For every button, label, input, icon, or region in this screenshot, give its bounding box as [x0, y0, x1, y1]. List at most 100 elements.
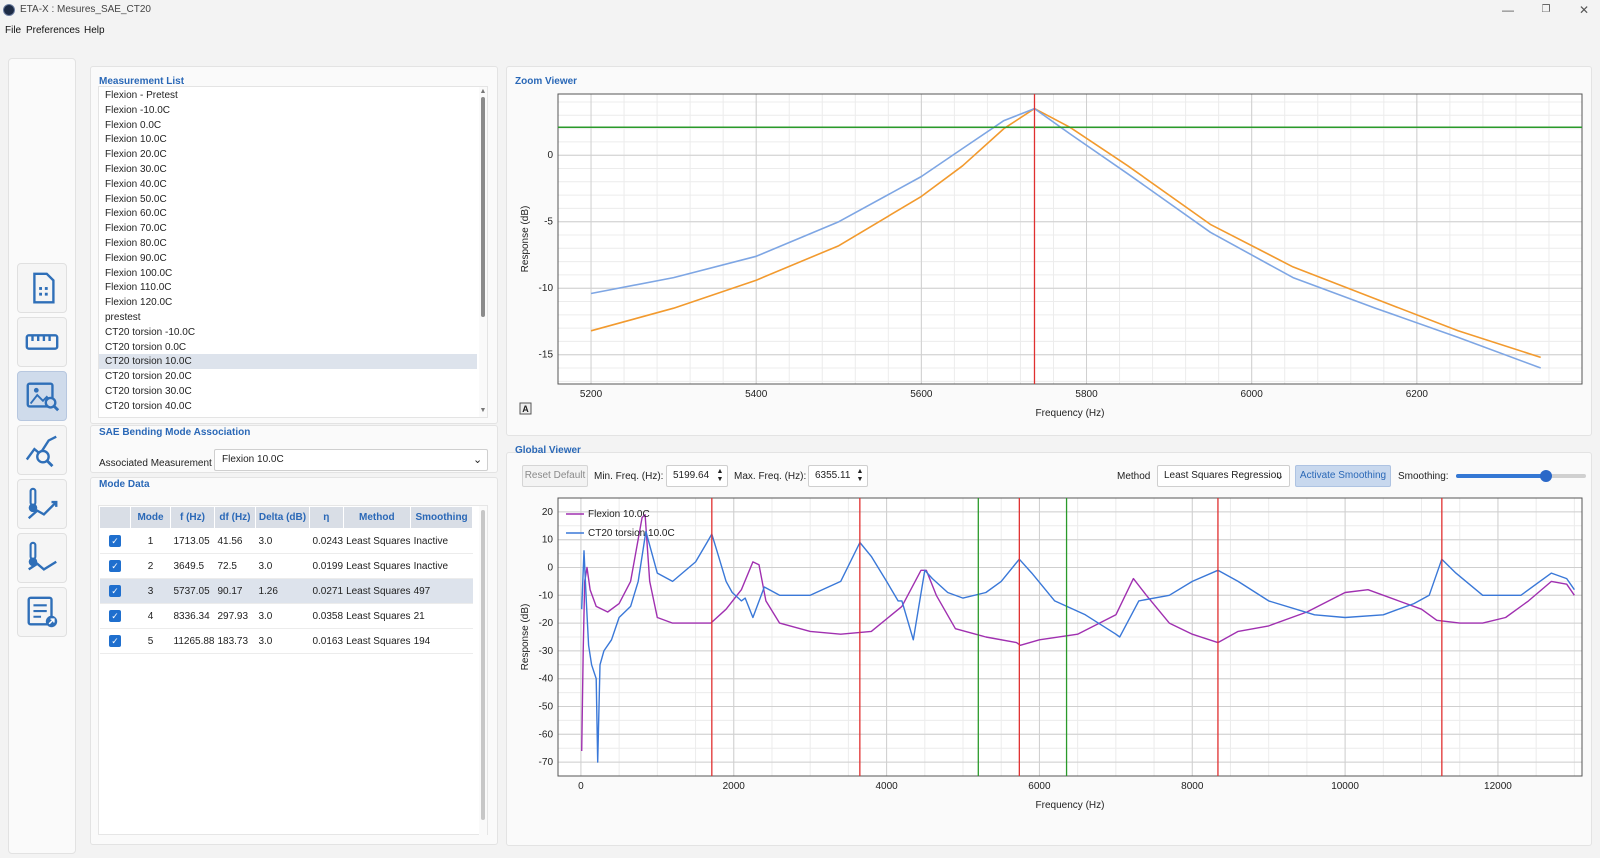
table-row[interactable]: ✓ 1 1713.05 41.56 3.0 0.0243 Least Squares Inac… — [99, 528, 473, 554]
column-header[interactable]: Method — [342, 506, 412, 529]
cell-f: 8336.34 — [170, 603, 215, 629]
column-header[interactable]: Mode — [130, 506, 171, 529]
measurement-list-item[interactable]: Flexion 90.0C — [99, 251, 477, 266]
sidebar-button-temp-down[interactable] — [17, 533, 67, 583]
menu-file[interactable]: File — [5, 25, 21, 36]
max-freq-value: 6355.11 — [815, 470, 851, 481]
activate-smoothing-button[interactable]: Activate Smoothing — [1295, 465, 1391, 487]
cell-delta: 3.0 — [255, 553, 310, 579]
sidebar-button-sim[interactable] — [17, 263, 67, 313]
column-header[interactable]: Smoothing — [410, 506, 474, 529]
x-tick-label: 4000 — [875, 781, 898, 792]
title-bar: ETA-X : Mesures_SAE_CT20 — ❐ ✕ — [0, 0, 1600, 20]
legend-label: Flexion 10.0C — [588, 509, 650, 520]
measurement-list-item[interactable]: prestest — [99, 310, 477, 325]
measurement-list-item[interactable]: CT20 torsion 10.0C — [99, 354, 477, 370]
x-tick-label: 6200 — [1406, 389, 1429, 400]
measurement-list-scroll-thumb[interactable] — [481, 97, 485, 317]
column-header[interactable]: f (Hz) — [170, 506, 215, 529]
y-tick-label: -15 — [539, 350, 554, 361]
zoom-viewer-chart[interactable]: 5200 5400 5600 5800 6000 6200 0 -5 -10 -15 Frequen… — [506, 66, 1592, 436]
temperature-trend-down-icon — [28, 541, 57, 571]
column-header[interactable] — [99, 506, 131, 529]
column-header[interactable]: Delta (dB) — [254, 506, 310, 529]
table-row[interactable]: ✓ 4 8336.34 297.93 3.0 0.0358 Least Squares 21 — [99, 603, 473, 629]
measurement-list-item[interactable]: Flexion 0.0C — [99, 118, 477, 133]
column-header[interactable]: df (Hz) — [213, 506, 256, 529]
sidebar — [8, 58, 76, 854]
measurement-list-item[interactable]: CT20 torsion 20.0C — [99, 369, 477, 384]
smoothing-slider[interactable] — [1456, 470, 1586, 482]
measurement-list-item[interactable]: Flexion 120.0C — [99, 295, 477, 310]
sidebar-button-viewer[interactable] — [17, 371, 67, 421]
measurement-list-item[interactable]: CT20 torsion -10.0C — [99, 325, 477, 340]
smoothing-slider-handle[interactable] — [1539, 470, 1552, 482]
minimize-button[interactable]: — — [1488, 1, 1528, 19]
measurement-list-scrollbar[interactable]: ▲ ▼ — [479, 87, 487, 417]
measurement-list-item[interactable]: Flexion 30.0C — [99, 162, 477, 177]
table-row[interactable]: ✓ 5 11265.88 183.73 3.0 0.0163 Least Squares 19… — [99, 628, 473, 654]
close-button[interactable]: ✕ — [1564, 1, 1600, 19]
measurement-list-item[interactable]: Flexion 60.0C — [99, 206, 477, 221]
row-checkbox-cell: ✓ — [99, 578, 131, 604]
measurement-list-item[interactable]: Flexion -10.0C — [99, 103, 477, 118]
row-checkbox[interactable]: ✓ — [109, 560, 121, 572]
row-checkbox[interactable]: ✓ — [109, 585, 121, 597]
scroll-down-icon[interactable]: ▼ — [479, 407, 487, 415]
menu-preferences[interactable]: Preferences — [26, 25, 80, 36]
cell-method: Least Squares — [343, 603, 411, 629]
measurement-list-item[interactable]: Flexion - Pretest — [99, 88, 477, 103]
mode-table-scrollbar[interactable] — [479, 506, 487, 836]
measurement-list-item[interactable]: Flexion 20.0C — [99, 147, 477, 162]
measurement-list-item[interactable]: Flexion 40.0C — [99, 177, 477, 192]
app-logo-icon — [3, 4, 15, 16]
cell-f: 3649.5 — [170, 553, 215, 579]
mode-table-scroll-thumb[interactable] — [481, 510, 485, 820]
row-checkbox[interactable]: ✓ — [109, 635, 121, 647]
sidebar-button-report[interactable] — [17, 587, 67, 637]
spin-arrows-icon[interactable]: ▲ ▼ — [716, 468, 724, 484]
cell-smoothing: 194 — [410, 628, 473, 654]
max-freq-label: Max. Freq. (Hz): — [734, 471, 807, 482]
measurement-list[interactable]: CT20 torsion 40.0C CT20 torsion 30.0C CT20… — [98, 86, 488, 418]
table-row[interactable]: ✓ 2 3649.5 72.5 3.0 0.0199 Least Squares Inacti… — [99, 553, 473, 579]
measurement-list-item[interactable]: Flexion 70.0C — [99, 221, 477, 236]
measurement-list-item[interactable]: CT20 torsion 40.0C — [99, 399, 477, 414]
sidebar-button-measure[interactable] — [17, 317, 67, 367]
min-freq-spinbox[interactable]: 5199.64 ▲ ▼ — [666, 465, 728, 487]
spin-arrows-icon[interactable]: ▲ ▼ — [856, 468, 864, 484]
y-tick-label: -5 — [544, 217, 553, 228]
y-tick-label: -40 — [539, 674, 554, 685]
row-checkbox[interactable]: ✓ — [109, 535, 121, 547]
row-checkbox[interactable]: ✓ — [109, 610, 121, 622]
smoothing-slider-fill — [1456, 474, 1546, 478]
x-axis-label: Frequency (Hz) — [1036, 408, 1105, 419]
measurement-list-item[interactable]: CT20 torsion 0.0C — [99, 340, 477, 355]
mode-data-title: Mode Data — [99, 479, 150, 490]
measurement-list-item[interactable]: Flexion 80.0C — [99, 236, 477, 251]
method-select[interactable]: Least Squares Regression ⌄ — [1157, 465, 1290, 487]
x-tick-label: 8000 — [1181, 781, 1204, 792]
x-tick-label: 5400 — [745, 389, 768, 400]
cell-smoothing: Inactive — [410, 553, 473, 579]
measurement-list-item[interactable]: Flexion 100.0C — [99, 266, 477, 281]
measurement-list-item[interactable]: CT20 torsion 30.0C — [99, 384, 477, 399]
measurement-list-item[interactable]: Flexion 10.0C — [99, 132, 477, 147]
reset-default-button[interactable]: Reset Default — [522, 465, 588, 487]
autoscale-icon[interactable]: A — [519, 402, 532, 415]
global-viewer-chart[interactable]: 0 2000 4000 6000 8000 10000 12000 20 10 0 -10 -20 -3… — [506, 490, 1592, 846]
maximize-button[interactable]: ❐ — [1526, 1, 1566, 19]
menu-help[interactable]: Help — [84, 25, 105, 36]
smoothing-label: Smoothing: — [1398, 471, 1449, 482]
sidebar-button-analysis[interactable] — [17, 425, 67, 475]
sidebar-button-temp-up[interactable] — [17, 479, 67, 529]
measurement-list-item[interactable]: Flexion 50.0C — [99, 192, 477, 207]
cell-delta: 1.26 — [255, 578, 310, 604]
table-row[interactable]: ✓ 3 5737.05 90.17 1.26 0.0271 Least Squares 497 — [99, 578, 473, 604]
row-checkbox-cell: ✓ — [99, 553, 131, 579]
column-header[interactable]: η — [308, 506, 344, 529]
associated-measurement-select[interactable]: Flexion 10.0C ⌄ — [214, 449, 488, 471]
max-freq-spinbox[interactable]: 6355.11 ▲ ▼ — [808, 465, 868, 487]
measurement-list-item[interactable]: Flexion 110.0C — [99, 280, 477, 295]
scroll-up-icon[interactable]: ▲ — [479, 88, 487, 96]
